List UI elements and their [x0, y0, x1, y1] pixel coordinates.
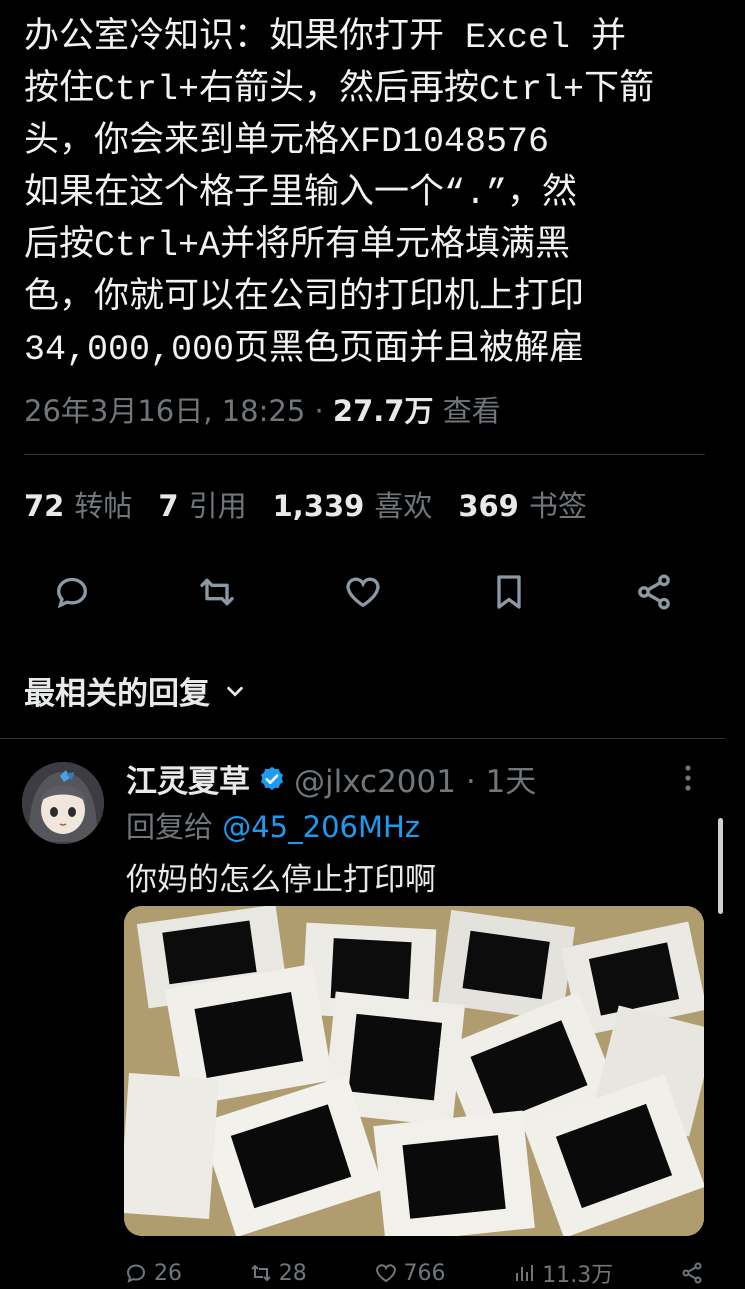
verified-badge-icon	[260, 766, 284, 790]
reply-retweet-button[interactable]: 28	[249, 1258, 307, 1288]
share-button[interactable]	[630, 568, 678, 616]
avatar[interactable]	[22, 762, 104, 844]
heart-icon	[346, 577, 380, 608]
reply-to-mention[interactable]: @45_206MHz	[222, 810, 420, 844]
tweet-stats: 72 转帖 7 引用 1,339 喜欢 369 书签	[24, 483, 587, 525]
reply-text: 你妈的怎么停止打印啊	[126, 862, 436, 898]
more-vertical-icon	[685, 765, 691, 791]
share-icon	[638, 574, 670, 610]
divider	[0, 738, 725, 739]
chevron-down-icon	[227, 686, 243, 697]
tweet-text: 办公室冷知识：如果你打开 Excel 并 按住Ctrl+右箭头，然后再按Ctrl…	[24, 18, 655, 370]
reply-author[interactable]: 江灵夏草 @jlxc2001 · 1天	[126, 756, 536, 801]
reply-photo[interactable]	[124, 906, 704, 1236]
tweet-meta: 26年3月16日, 18:25 · 27.7万 查看	[24, 388, 501, 430]
action-bar	[0, 568, 745, 618]
reply-share-button[interactable]	[680, 1258, 704, 1288]
reply-views-button[interactable]: 11.3万	[512, 1258, 613, 1288]
share-icon	[682, 1262, 702, 1284]
views-icon	[516, 1265, 534, 1281]
reply-author-name[interactable]: 江灵夏草	[126, 756, 250, 801]
replying-to: 回复给 @45_206MHz	[126, 810, 421, 844]
sort-label: 最相关的回复	[24, 676, 210, 712]
retweet-icon	[200, 578, 234, 606]
reply-icon	[56, 577, 88, 609]
reply-action-bar: 26 28 766 11.3万	[124, 1258, 704, 1288]
reply-author-handle[interactable]: @jlxc2001 · 1天	[294, 756, 536, 801]
reply-like-button[interactable]: 766	[374, 1258, 446, 1288]
stat-bookmarks[interactable]: 369 书签	[458, 483, 587, 525]
stat-quotes[interactable]: 7 引用	[158, 483, 246, 525]
reply-icon	[126, 1264, 146, 1283]
more-options-button[interactable]	[683, 764, 693, 796]
views-label: 查看	[433, 394, 501, 428]
retweet-button[interactable]	[193, 568, 241, 616]
stat-retweets[interactable]: 72 转帖	[24, 483, 132, 525]
scrollbar[interactable]	[718, 818, 723, 914]
bookmark-button[interactable]	[485, 568, 533, 616]
retweet-icon	[251, 1264, 271, 1282]
heart-icon	[375, 1264, 396, 1283]
tweet-timestamp: 26年3月16日, 18:25 ·	[24, 394, 333, 428]
reply-reply-button[interactable]: 26	[124, 1258, 182, 1288]
reply-button[interactable]	[48, 568, 96, 616]
replies-sort-dropdown[interactable]: 最相关的回复	[24, 668, 246, 713]
like-button[interactable]	[339, 568, 387, 616]
divider	[24, 454, 705, 455]
bookmark-icon	[497, 575, 521, 609]
reply-tweet[interactable]: 江灵夏草 @jlxc2001 · 1天 回复给 @45_206MHz 你妈的怎么…	[0, 740, 745, 1288]
views-count: 27.7万	[332, 394, 434, 428]
stat-likes[interactable]: 1,339 喜欢	[273, 483, 433, 525]
